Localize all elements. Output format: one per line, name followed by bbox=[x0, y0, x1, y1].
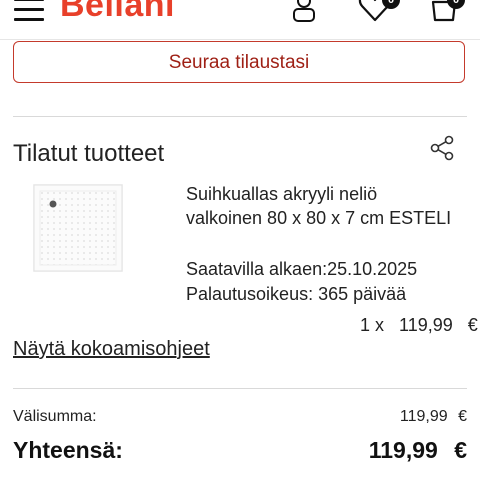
product-image[interactable] bbox=[33, 184, 123, 272]
product-name-line2[interactable]: valkoinen 80 x 80 x 7 cm ESTELI bbox=[186, 206, 451, 230]
subtotal-value: 119,99 bbox=[399, 408, 448, 425]
product-quantity: 1 x bbox=[360, 315, 385, 335]
share-icon[interactable] bbox=[428, 134, 456, 162]
ordered-products-title: Tilatut tuotteet bbox=[13, 140, 165, 167]
divider bbox=[13, 388, 467, 389]
product-quantity-price: 1 x 119,99 € bbox=[360, 315, 478, 336]
product-currency: € bbox=[467, 315, 478, 335]
assembly-instructions-link[interactable]: Näytä kokoamisohjeet bbox=[13, 338, 210, 361]
subtotal-label: Välisumma: bbox=[13, 408, 97, 425]
divider bbox=[13, 116, 467, 117]
product-return-right: Palautusoikeus: 365 päivää bbox=[186, 284, 407, 304]
menu-icon[interactable] bbox=[14, 0, 44, 22]
subtotal-amount: 119,99 € bbox=[400, 408, 467, 426]
product-availability: Saatavilla alkaen:25.10.2025 bbox=[186, 259, 418, 279]
total-currency: € bbox=[454, 437, 467, 463]
subtotal-currency: € bbox=[458, 408, 467, 425]
brand-logo[interactable]: Beliani bbox=[60, 0, 175, 25]
header-divider bbox=[0, 39, 480, 40]
total-amount: 119,99 € bbox=[369, 437, 467, 464]
total-value: 119,99 bbox=[368, 437, 438, 463]
total-label: Yhteensä: bbox=[13, 437, 123, 463]
product-name-line1[interactable]: Suihkuallas akryyli neliö bbox=[186, 182, 377, 206]
account-icon[interactable] bbox=[290, 0, 318, 24]
top-header: Beliani 0 0 bbox=[0, 0, 480, 40]
follow-order-button[interactable]: Seuraa tilaustasi bbox=[13, 41, 465, 83]
product-price: 119,99 bbox=[399, 315, 453, 335]
